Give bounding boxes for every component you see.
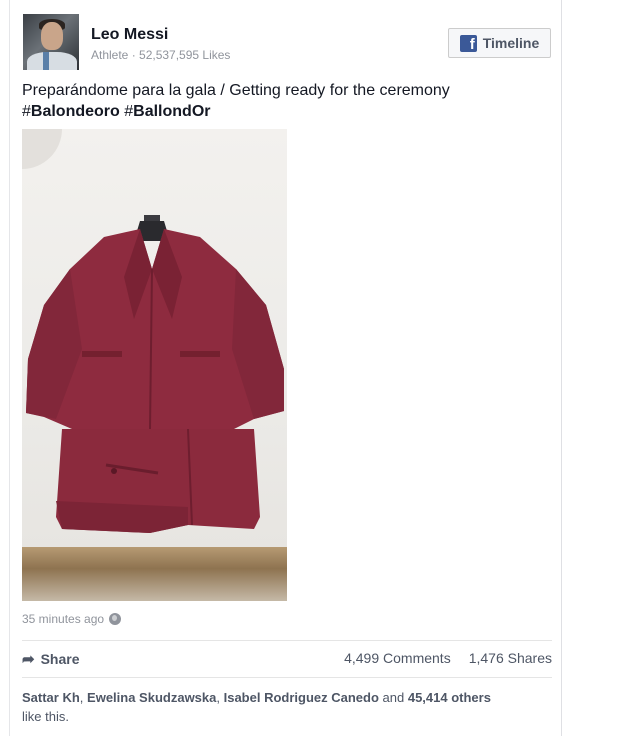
avatar-shirt xyxy=(27,52,77,70)
share-arrow-icon: ➦ xyxy=(22,651,35,668)
facebook-icon: f xyxy=(459,34,477,52)
hashtag-ballondor[interactable]: #BallondOr xyxy=(124,103,210,120)
liker-name[interactable]: Ewelina Skudzawska xyxy=(87,690,216,705)
timestamp-text: 35 minutes ago xyxy=(22,612,105,626)
post-timestamp[interactable]: 35 minutes ago xyxy=(22,612,122,626)
post-photo[interactable] xyxy=(22,129,287,601)
author-name[interactable]: Leo Messi xyxy=(91,26,168,44)
suit-illustration xyxy=(26,215,284,533)
likes-suffix: like this. xyxy=(22,709,69,724)
avatar-shirt-stripe xyxy=(43,52,49,70)
share-label: Share xyxy=(40,651,80,667)
hashtag-word: Balondeoro xyxy=(30,103,120,120)
avatar-face xyxy=(41,22,63,50)
likes-summary: Sattar Kh, Ewelina Skudzawska, Isabel Ro… xyxy=(22,690,491,724)
post-message: Preparándome para la gala / Getting read… xyxy=(22,80,552,122)
likes-others[interactable]: 45,414 others xyxy=(408,690,491,705)
engagement-counts: 4,499 Comments 1,476 Shares xyxy=(344,650,552,666)
post-card: Leo Messi Athlete · 52,537,595 Likes f T… xyxy=(9,0,562,736)
post-actions: ➦ Share 4,499 Comments 1,476 Shares xyxy=(22,650,552,670)
timeline-button[interactable]: f Timeline xyxy=(448,28,551,58)
likes-and: and xyxy=(378,690,408,705)
shares-count[interactable]: 1,476 Shares xyxy=(469,650,552,666)
post-header: Leo Messi Athlete · 52,537,595 Likes f T… xyxy=(23,14,551,72)
post-message-line: Preparándome para la gala / Getting read… xyxy=(22,82,450,99)
divider xyxy=(22,640,552,641)
author-meta: Athlete · 52,537,595 Likes xyxy=(91,48,231,62)
post-hashtags: #Balondeoro #BallondOr xyxy=(22,101,552,122)
liker-name[interactable]: Sattar Kh xyxy=(22,690,80,705)
divider xyxy=(22,677,552,678)
author-avatar[interactable] xyxy=(23,14,79,70)
liker-name[interactable]: Isabel Rodriguez Canedo xyxy=(224,690,379,705)
comments-count[interactable]: 4,499 Comments xyxy=(344,650,451,666)
timeline-label: Timeline xyxy=(482,35,540,51)
globe-icon xyxy=(109,613,122,625)
hashtag-word: BallondOr xyxy=(133,103,211,120)
hashtag-symbol: # xyxy=(22,103,31,120)
hashtag-symbol: # xyxy=(124,103,134,120)
share-button[interactable]: ➦ Share xyxy=(22,650,80,668)
hashtag-balondeoro[interactable]: #Balondeoro xyxy=(22,103,120,120)
